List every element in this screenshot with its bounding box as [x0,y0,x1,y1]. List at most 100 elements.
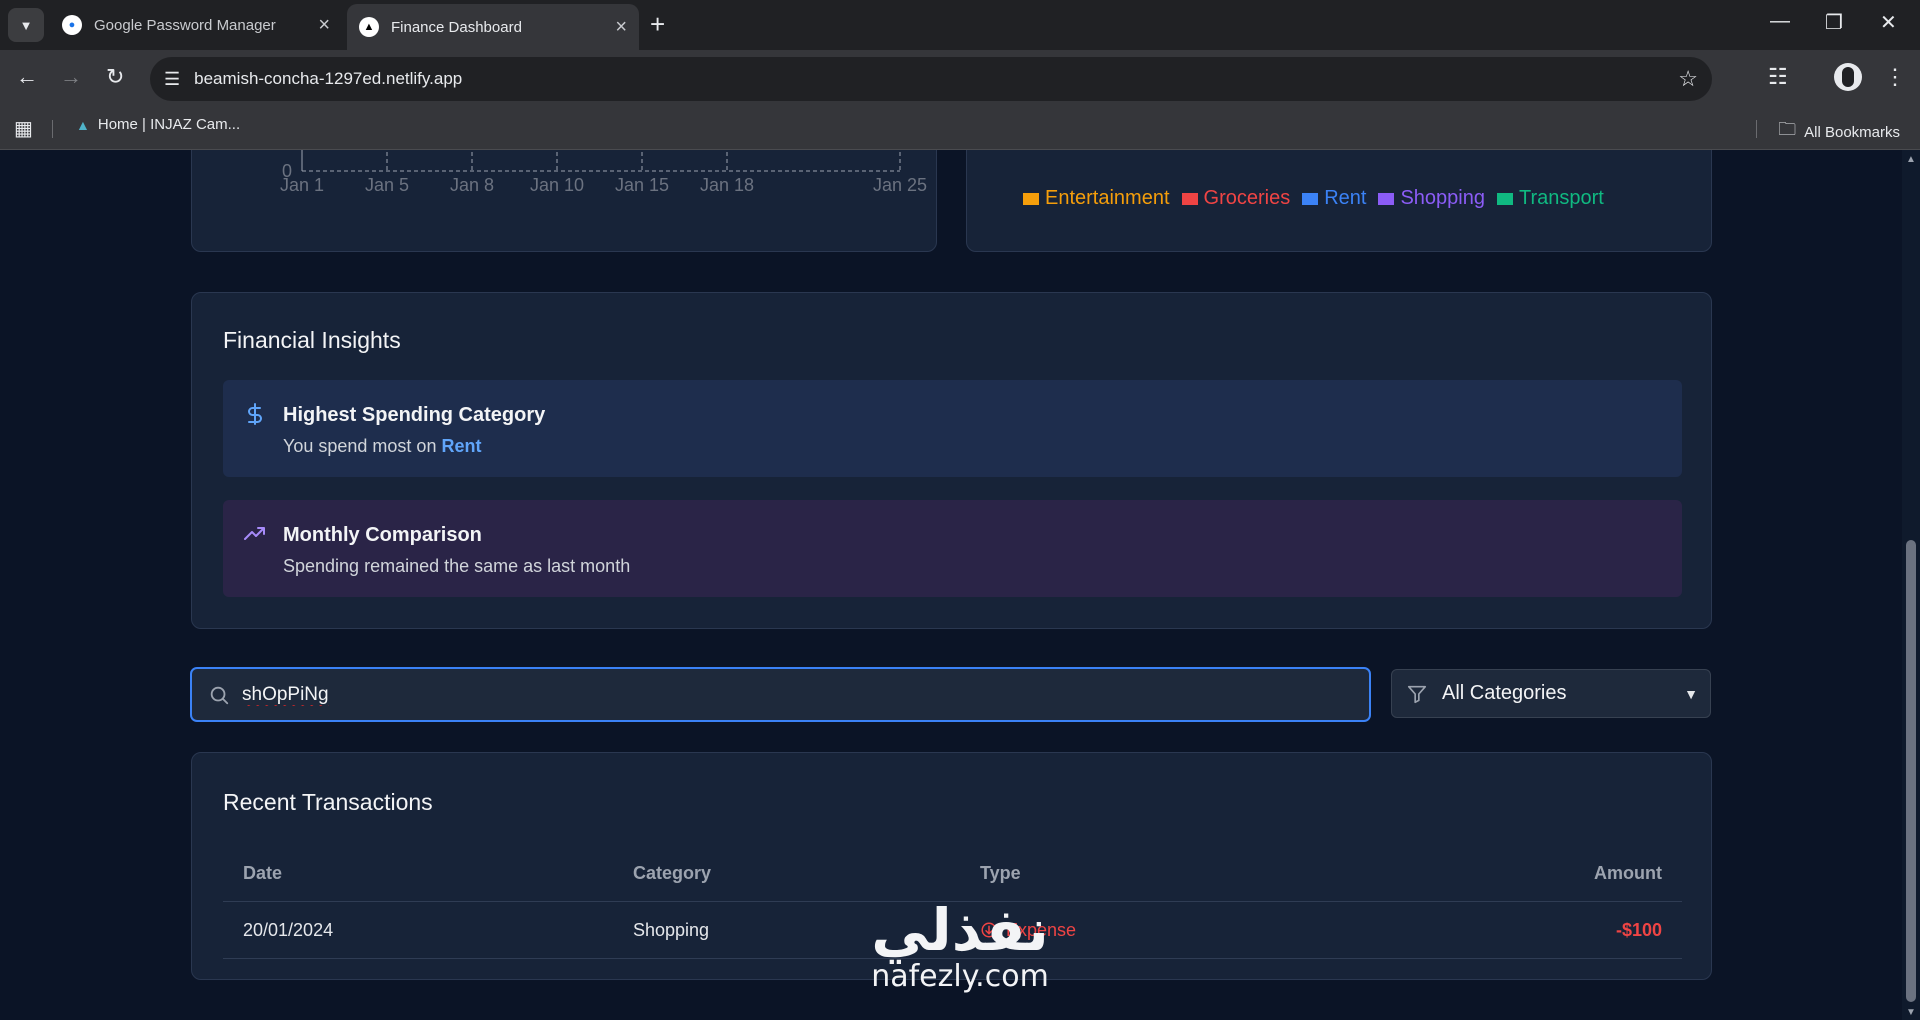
legend-item-transport: Transport [1497,187,1604,210]
filter-selected-value: All Categories [1442,682,1567,704]
x-tick-label: Jan 8 [450,175,494,195]
transactions-title: Recent Transactions [223,789,433,815]
x-tick-label: Jan 15 [615,175,669,195]
financial-insights-card: Financial Insights Highest Spending Cate… [191,292,1712,629]
category-legend: Entertainment Groceries Rent Shopping Transp… [1023,187,1604,210]
bookmark-injaz[interactable]: ▲ Home | INJAZ Cam... [76,116,240,133]
column-header-type: Type [960,845,1420,902]
tab-search-button[interactable]: ▼ [8,8,44,42]
dollar-sign-icon [248,403,262,425]
x-tick-label: Jan 18 [700,175,754,195]
cell-category: Shopping [613,901,960,959]
trending-up-icon [244,527,265,540]
insight-description: Spending remained the same as last month [283,556,631,576]
category-filter-select[interactable]: All Categories ▼ [1391,669,1711,718]
insights-title: Financial Insights [223,327,401,353]
forward-arrow-icon[interactable]: → [60,64,82,90]
cell-date: 20/01/2024 [223,901,613,959]
insight-heading: Monthly Comparison [283,524,482,546]
legend-item-shopping: Shopping [1378,187,1485,210]
site-settings-icon[interactable]: ☰ [164,69,180,90]
page-scrollbar[interactable]: ▲ ▼ [1902,150,1920,1020]
legend-label: Rent [1324,187,1367,209]
url-text: beamish-concha-1297ed.netlify.app [194,69,463,88]
legend-swatch [1302,192,1319,205]
insight-description: You spend most on Rent [283,436,481,457]
netlify-triangle-icon: ▲ [359,17,379,37]
back-arrow-icon[interactable]: ← [16,64,38,90]
y-tick-label: 0 [282,161,292,181]
search-box[interactable] [190,667,1371,722]
address-bar-row: ← → ↻ ☰ beamish-concha-1297ed.netlify.ap… [0,50,1920,108]
kebab-menu-icon[interactable]: ⋮ [1884,64,1906,90]
scrollbar-thumb[interactable] [1906,540,1916,1002]
arrow-down-circle-icon [981,922,997,938]
apps-grid-icon[interactable]: ▦ [14,116,33,141]
omnibox[interactable]: ☰ beamish-concha-1297ed.netlify.app ☆ [150,57,1712,101]
tab-google-password-manager[interactable]: ● Google Password Manager × [50,6,342,44]
search-icon [210,686,229,704]
bookmarks-divider [1756,120,1757,138]
legend-swatch [1378,192,1395,205]
chevron-down-icon: ▼ [19,17,33,33]
close-icon[interactable]: × [615,16,627,39]
legend-swatch [1023,192,1039,205]
folder-icon: 🗀 [1778,119,1797,139]
legend-label: Shopping [1400,187,1485,209]
password-manager-icon: ● [62,15,82,35]
legend-item-groceries: Groceries [1181,187,1291,210]
x-tick-label: Jan 5 [365,175,409,195]
legend-swatch [1497,192,1513,205]
insight-prefix: You spend most on [283,436,442,456]
injaz-icon: ▲ [76,116,90,133]
highest-category-value: Rent [441,436,482,456]
all-bookmarks-button[interactable]: 🗀 All Bookmarks [1778,117,1900,147]
page-viewport: Jan 1 Jan 5 Jan 8 Jan 10 Jan 15 Jan 18 Jan 25 0… [0,150,1902,1020]
chevron-down-icon: ▼ [1684,685,1698,702]
close-icon[interactable]: × [318,14,330,37]
scroll-up-arrow-icon[interactable]: ▲ [1906,154,1916,165]
minimize-icon[interactable]: — [1770,10,1790,33]
filter-funnel-icon [1407,685,1427,703]
tab-strip: ▼ ● Google Password Manager × ▲ Finance … [0,0,1920,50]
column-header-amount: Amount [1420,845,1682,902]
spending-trend-chart: Jan 1 Jan 5 Jan 8 Jan 10 Jan 15 Jan 18 Jan 250 [280,150,927,195]
insight-heading: Highest Spending Category [283,404,546,426]
legend-item-entertainment: Entertainment [1023,187,1170,210]
legend-swatch [1181,192,1198,205]
tab-title: Finance Dashboard [391,18,522,36]
bookmarks-bar: ▦ ▲ Home | INJAZ Cam... 🗀 All Bookmarks [0,108,1920,150]
all-bookmarks-label: All Bookmarks [1804,123,1900,141]
recent-transactions-card: Recent Transactions Date Category Type A… [191,752,1712,980]
tab-finance-dashboard[interactable]: ▲ Finance Dashboard × [347,4,639,50]
legend-label: Transport [1519,187,1604,209]
legend-item-rent: Rent [1302,187,1366,210]
column-header-date: Date [223,845,613,902]
scroll-down-arrow-icon[interactable]: ▼ [1906,1007,1916,1018]
type-label: Expense [1006,919,1077,940]
bookmark-label: Home | INJAZ Cam... [97,116,241,133]
legend-label: Groceries [1203,187,1291,209]
cell-type: Expense [960,901,1420,959]
spending-trend-card: Jan 1 Jan 5 Jan 8 Jan 10 Jan 15 Jan 18 Jan 25 0 [191,150,937,252]
highest-spending-insight: Highest Spending Category You spend most… [223,380,1682,477]
new-tab-plus-icon[interactable]: + [650,9,665,40]
tab-title: Google Password Manager [94,16,276,34]
reload-icon[interactable]: ↻ [106,64,124,90]
x-tick-label: Jan 10 [530,175,584,195]
table-header-row: Date Category Type Amount [223,845,1682,902]
window-close-icon[interactable]: ✕ [1880,10,1897,35]
bookmarks-divider [52,120,53,138]
search-input[interactable] [240,682,1369,707]
column-header-category: Category [613,845,960,902]
transactions-table: Date Category Type Amount 20/01/2024 Sho… [223,845,1682,959]
bookmark-star-icon[interactable]: ☆ [1678,66,1698,92]
profile-avatar[interactable] [1834,63,1862,91]
extensions-puzzle-icon[interactable]: ☷ [1768,64,1788,90]
legend-label: Entertainment [1045,187,1170,209]
restore-icon[interactable]: ❐ [1825,10,1843,35]
monthly-comparison-insight: Monthly Comparison Spending remained the… [223,500,1682,597]
table-row: 20/01/2024 Shopping Expense -$100 [223,901,1682,959]
cell-amount: -$100 [1420,901,1682,959]
category-breakdown-card: Entertainment Groceries Rent Shopping Transp… [966,150,1712,252]
